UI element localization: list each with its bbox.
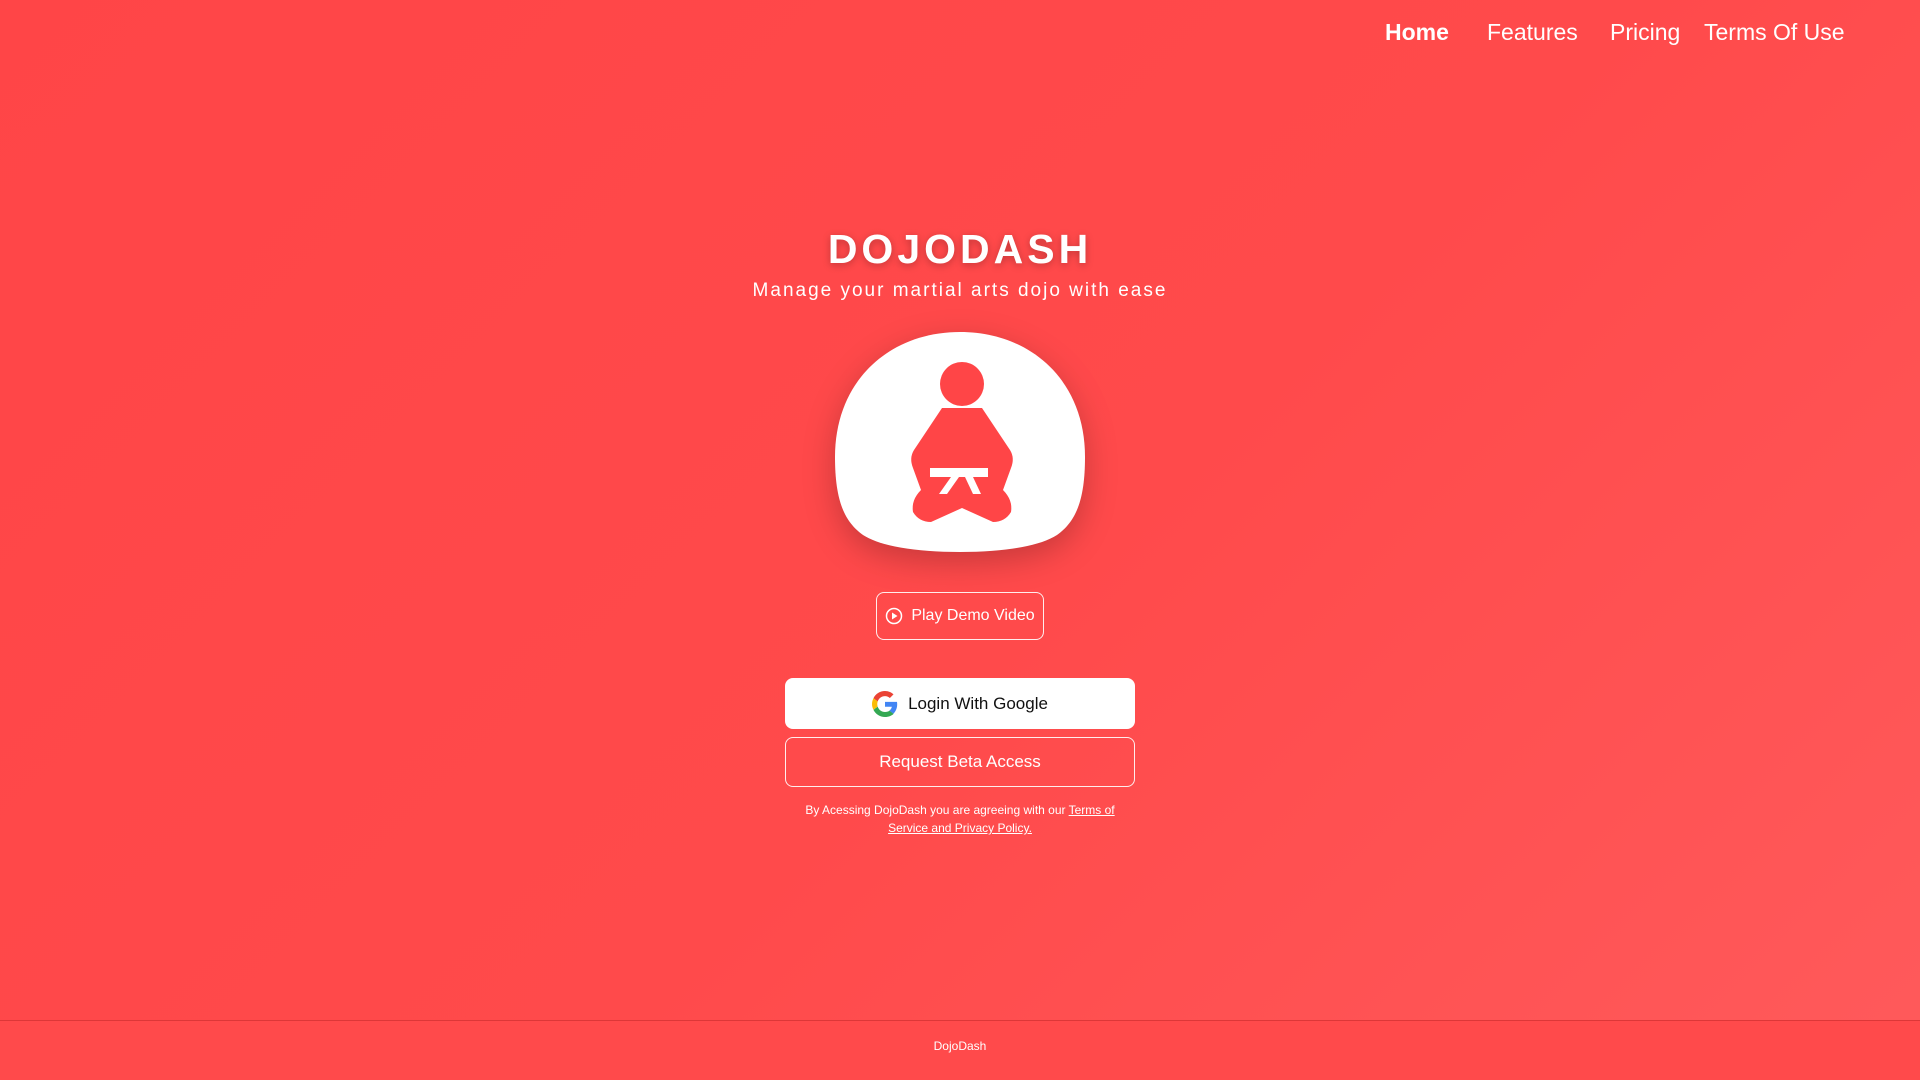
legal-notice: By Acessing DojoDash you are agreeing wi… — [805, 801, 1115, 837]
request-beta-access-button[interactable]: Request Beta Access — [785, 737, 1135, 787]
login-with-google-button[interactable]: Login With Google — [785, 678, 1135, 729]
google-g-icon — [872, 690, 898, 717]
meditating-martial-artist-icon — [835, 332, 1085, 552]
login-with-google-label: Login With Google — [908, 693, 1048, 713]
footer: DojoDash — [0, 1020, 1920, 1080]
play-demo-video-label: Play Demo Video — [911, 607, 1035, 624]
play-circle-icon — [886, 607, 903, 625]
play-demo-video-button[interactable]: Play Demo Video — [876, 592, 1044, 640]
logo — [835, 332, 1085, 552]
footer-brand: DojoDash — [933, 1039, 987, 1053]
brand-subtitle: Manage your martial arts dojo with ease — [752, 280, 1168, 301]
brand-title: DOJODASH — [827, 226, 1093, 272]
hero-section: DOJODASH Manage your martial arts dojo w… — [0, 0, 1920, 1020]
legal-notice-text: By Acessing DojoDash you are agreeing wi… — [805, 803, 1069, 817]
